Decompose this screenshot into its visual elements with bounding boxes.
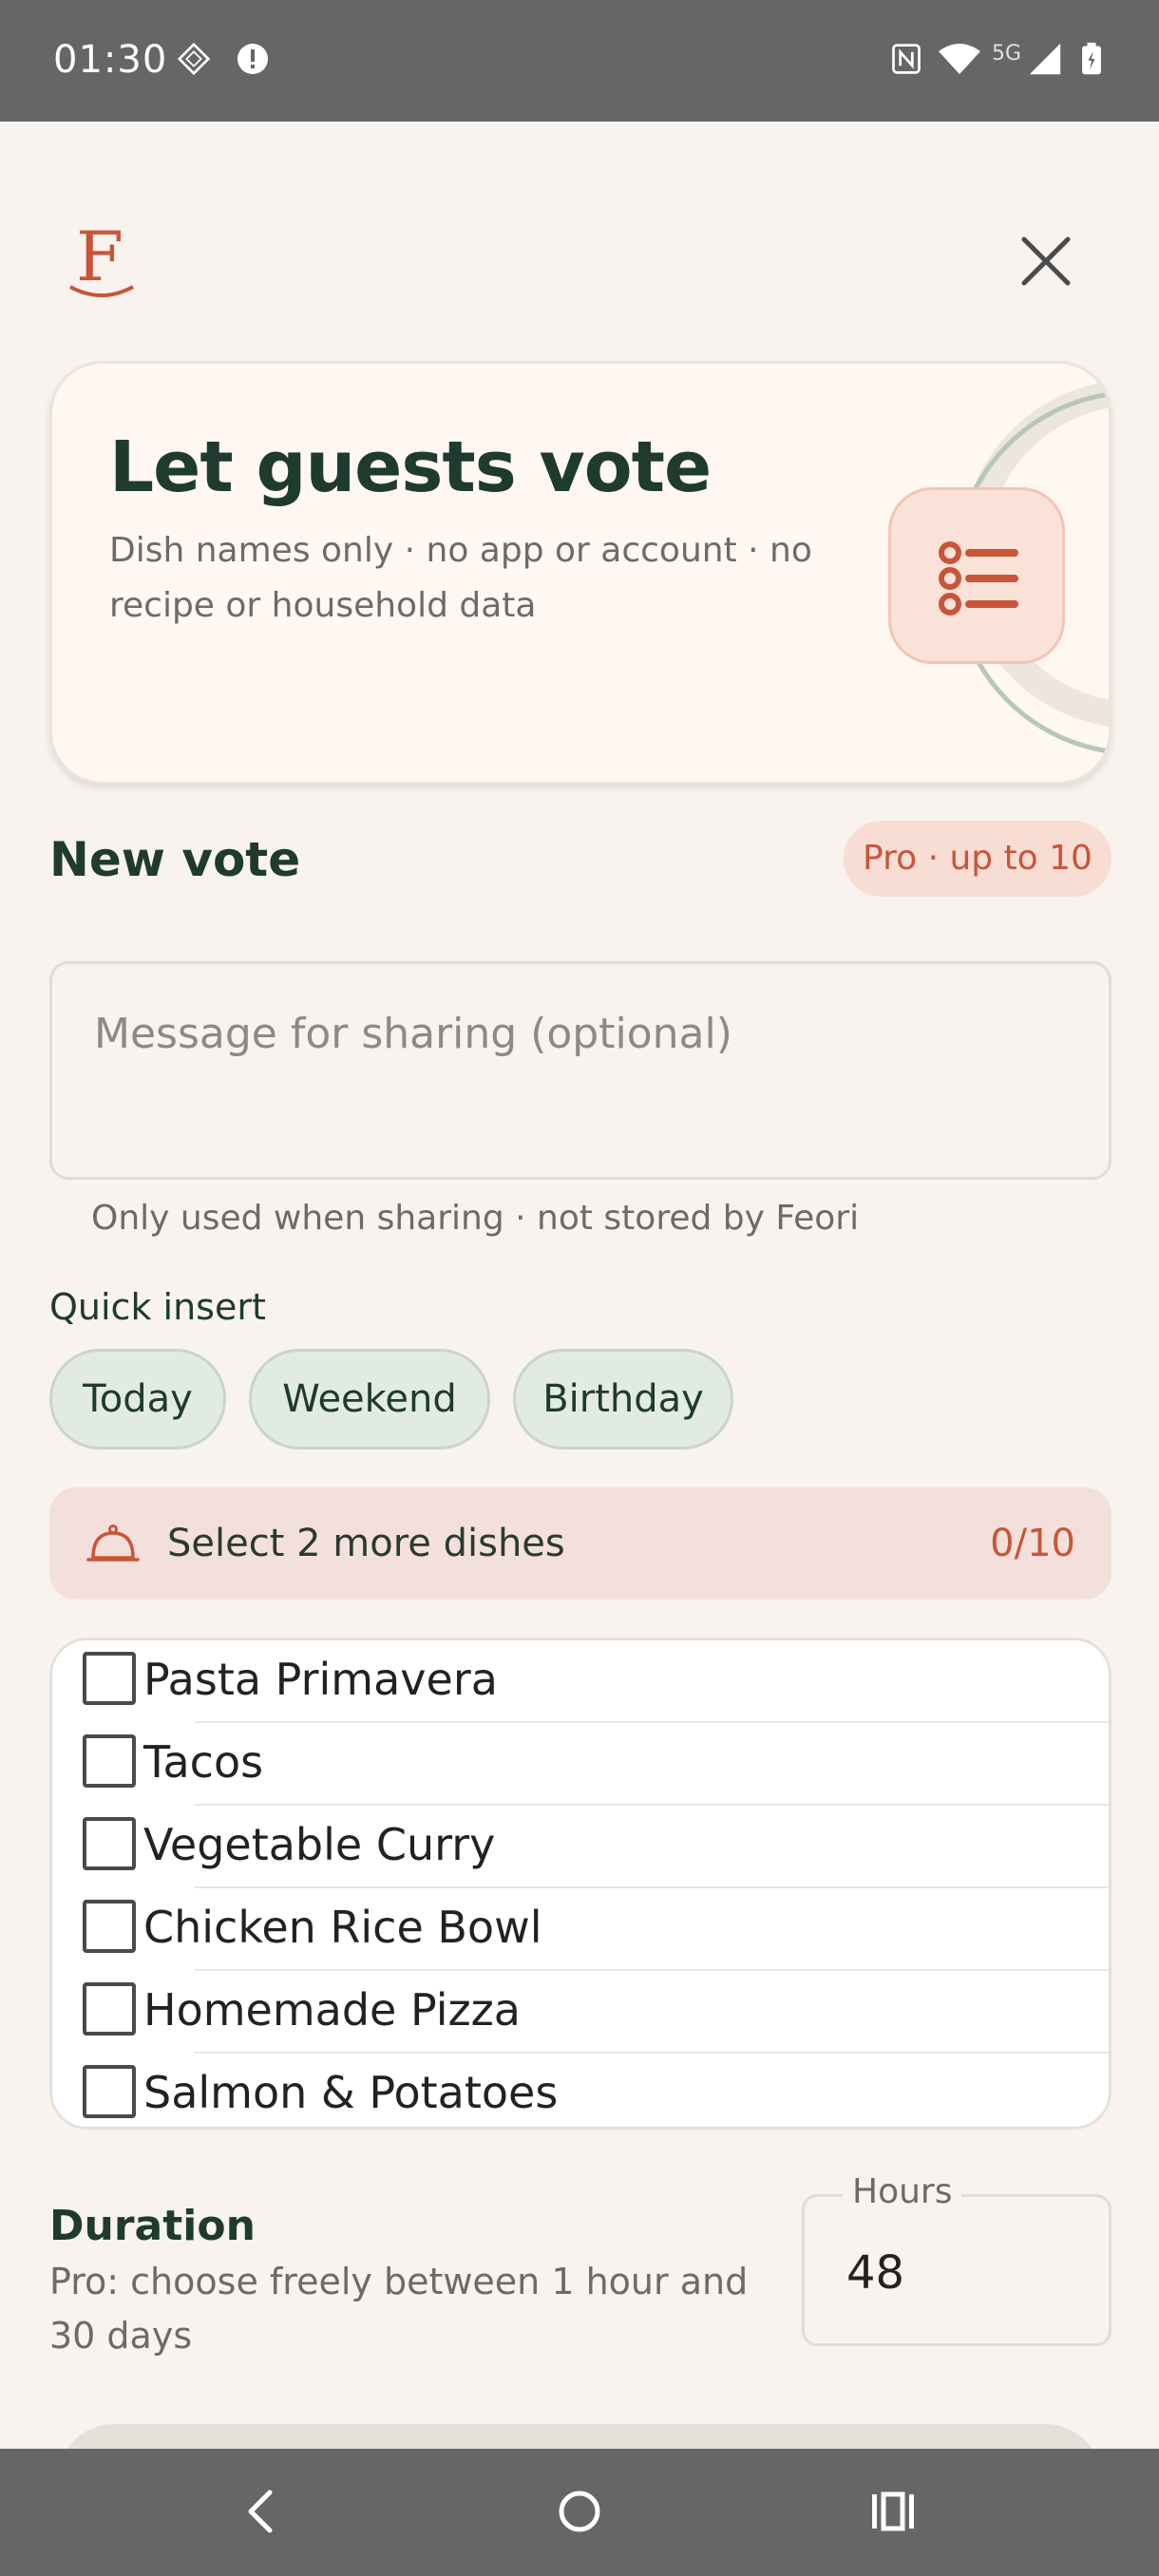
selection-count: 0/10	[990, 1522, 1075, 1565]
duration-title: Duration	[49, 2202, 256, 2250]
dish-row[interactable]: Vegetable Curry	[52, 1806, 1109, 1888]
chip-birthday[interactable]: Birthday	[513, 1349, 733, 1449]
pro-badge: Pro · up to 10	[844, 821, 1112, 897]
app-logo: F	[68, 217, 135, 302]
dish-row[interactable]: Salmon & Potatoes	[52, 2054, 1109, 2127]
hours-label: Hours	[843, 2172, 962, 2211]
chip-weekend[interactable]: Weekend	[249, 1349, 490, 1449]
dish-checkbox[interactable]	[83, 1734, 136, 1788]
duration-subtitle: Pro: choose freely between 1 hour and 30…	[49, 2261, 749, 2357]
home-icon[interactable]	[551, 2483, 608, 2540]
dish-name: Pasta Primavera	[143, 1654, 498, 1705]
dish-row[interactable]: Pasta Primavera	[52, 1640, 1109, 1723]
nfc-icon	[892, 44, 921, 74]
new-vote-title: New vote	[49, 832, 301, 887]
dish-name: Vegetable Curry	[143, 1819, 496, 1870]
status-bar: 01:30 5G	[0, 0, 1159, 122]
dish-row[interactable]: Chicken Rice Bowl	[52, 1888, 1109, 1971]
dish-row[interactable]: Tacos	[52, 1723, 1109, 1806]
status-time: 01:30	[53, 38, 168, 82]
message-field[interactable]	[49, 961, 1112, 1180]
close-icon[interactable]	[1013, 228, 1079, 294]
dish-checkbox[interactable]	[83, 2065, 136, 2118]
dish-name: Salmon & Potatoes	[143, 2067, 559, 2118]
diamond-app-icon	[177, 42, 211, 76]
hero-card: Let guests vote Dish names only · no app…	[49, 361, 1112, 785]
alert-icon	[238, 44, 268, 74]
logo-smile	[69, 285, 134, 297]
cloche-icon	[86, 1525, 140, 1562]
message-helper-text: Only used when sharing · not stored by F…	[91, 1199, 860, 1238]
selection-banner: Select 2 more dishes 0/10	[49, 1487, 1112, 1600]
list-icon	[939, 541, 1018, 616]
dish-list[interactable]: Pasta Primavera Tacos Vegetable Curry Ch…	[49, 1638, 1112, 2130]
recents-icon[interactable]	[864, 2483, 922, 2540]
dish-checkbox[interactable]	[83, 1900, 136, 1953]
dish-checkbox[interactable]	[83, 1982, 136, 2036]
hours-field[interactable]: Hours 48	[802, 2172, 1112, 2346]
dish-checkbox[interactable]	[83, 1652, 136, 1705]
dish-name: Tacos	[143, 1736, 264, 1788]
network-label: 5G	[992, 42, 1022, 66]
back-icon[interactable]	[234, 2483, 291, 2540]
dish-name: Chicken Rice Bowl	[143, 1902, 542, 1953]
hours-input[interactable]: 48	[846, 2246, 904, 2300]
dish-checkbox[interactable]	[83, 1817, 136, 1870]
dish-row[interactable]: Homemade Pizza	[52, 1971, 1109, 2054]
hero-title: Let guests vote	[109, 426, 712, 508]
wifi-icon	[939, 44, 980, 74]
navigation-bar	[0, 2449, 1159, 2576]
chip-today[interactable]: Today	[49, 1349, 226, 1449]
hero-icon-tile	[888, 487, 1065, 664]
hero-subtitle: Dish names only · no app or account · no…	[109, 531, 812, 625]
signal-icon	[1029, 43, 1061, 75]
battery-icon	[1082, 42, 1101, 75]
dish-name: Homemade Pizza	[143, 1984, 521, 2036]
selection-text: Select 2 more dishes	[167, 1522, 565, 1565]
message-input[interactable]	[94, 1010, 1063, 1058]
quick-insert-label: Quick insert	[49, 1286, 266, 1328]
